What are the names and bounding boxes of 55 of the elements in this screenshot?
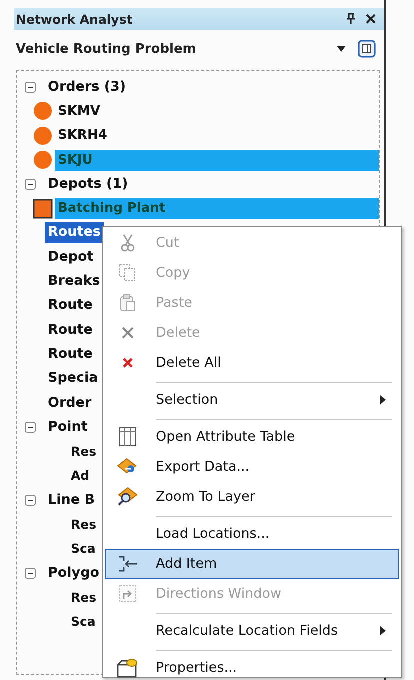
tree-item[interactable]: Depots (1)	[45, 174, 132, 195]
layer-export-icon	[117, 458, 139, 476]
copy-icon	[119, 264, 137, 282]
tree-item[interactable]: Depot	[45, 246, 97, 268]
panel-title: Network Analyst	[16, 12, 134, 26]
tree-item[interactable]: SKRH4	[55, 125, 379, 146]
square-symbol-icon	[33, 198, 53, 219]
tree-item[interactable]: Res	[71, 441, 97, 462]
tree-item[interactable]: Sca	[71, 538, 96, 560]
tree-item[interactable]: SKMV	[55, 100, 379, 122]
table-icon	[119, 427, 137, 447]
tree-item[interactable]: Route	[45, 295, 96, 316]
tree-item[interactable]: Route	[45, 320, 96, 341]
window-icon[interactable]	[358, 40, 376, 58]
submenu-arrow-icon	[380, 626, 386, 636]
close-icon[interactable]	[366, 14, 376, 24]
tree-item[interactable]: Route	[45, 344, 96, 365]
tree-item[interactable]: Batching Plant	[55, 198, 379, 220]
tree-item[interactable]: Order	[45, 392, 95, 414]
collapse-icon[interactable]	[25, 568, 36, 579]
folder-icon	[116, 658, 140, 678]
pin-icon[interactable]	[346, 13, 356, 25]
menu-item[interactable]: Zoom To Layer	[105, 482, 399, 512]
menu-item[interactable]: Delete All	[105, 348, 399, 378]
analysis-layer-dropdown[interactable]: Vehicle Routing Problem	[16, 42, 350, 56]
circle-symbol-icon	[33, 150, 53, 170]
tree-item[interactable]: Orders (3)	[45, 76, 130, 98]
tree-item[interactable]: Polygo	[45, 562, 103, 584]
collapse-icon[interactable]	[25, 178, 36, 190]
tree-item[interactable]: SKJU	[55, 150, 379, 171]
scissors-icon	[120, 234, 136, 252]
tree-item[interactable]: Specia	[45, 368, 102, 390]
tree-item[interactable]: Routes	[45, 222, 104, 244]
circle-symbol-icon	[33, 101, 53, 122]
layer-zoom-icon	[117, 487, 139, 507]
directions-icon	[119, 585, 137, 603]
delete-icon	[121, 326, 135, 340]
tree-item[interactable]: Ad	[71, 465, 90, 486]
tree-item[interactable]: Point	[45, 416, 91, 438]
tree-item[interactable]: Res	[71, 514, 97, 535]
tree-item[interactable]: Sca	[71, 611, 96, 632]
collapse-icon[interactable]	[25, 494, 36, 506]
tree-item[interactable]: Res	[71, 586, 97, 608]
submenu-arrow-icon	[380, 395, 386, 405]
collapse-icon[interactable]	[25, 422, 36, 433]
tree-item[interactable]: Line B	[45, 490, 98, 511]
delete-icon	[122, 357, 134, 369]
circle-symbol-icon	[33, 126, 53, 146]
dropdown-caret-icon	[337, 46, 346, 52]
collapse-icon[interactable]	[25, 82, 36, 93]
tree-item[interactable]: Breaks	[45, 271, 104, 292]
clipboard-icon	[119, 294, 137, 312]
menu-item[interactable]: Add Item	[105, 549, 399, 579]
menu-item[interactable]: Export Data...	[105, 452, 399, 482]
add-item-icon	[117, 555, 139, 573]
